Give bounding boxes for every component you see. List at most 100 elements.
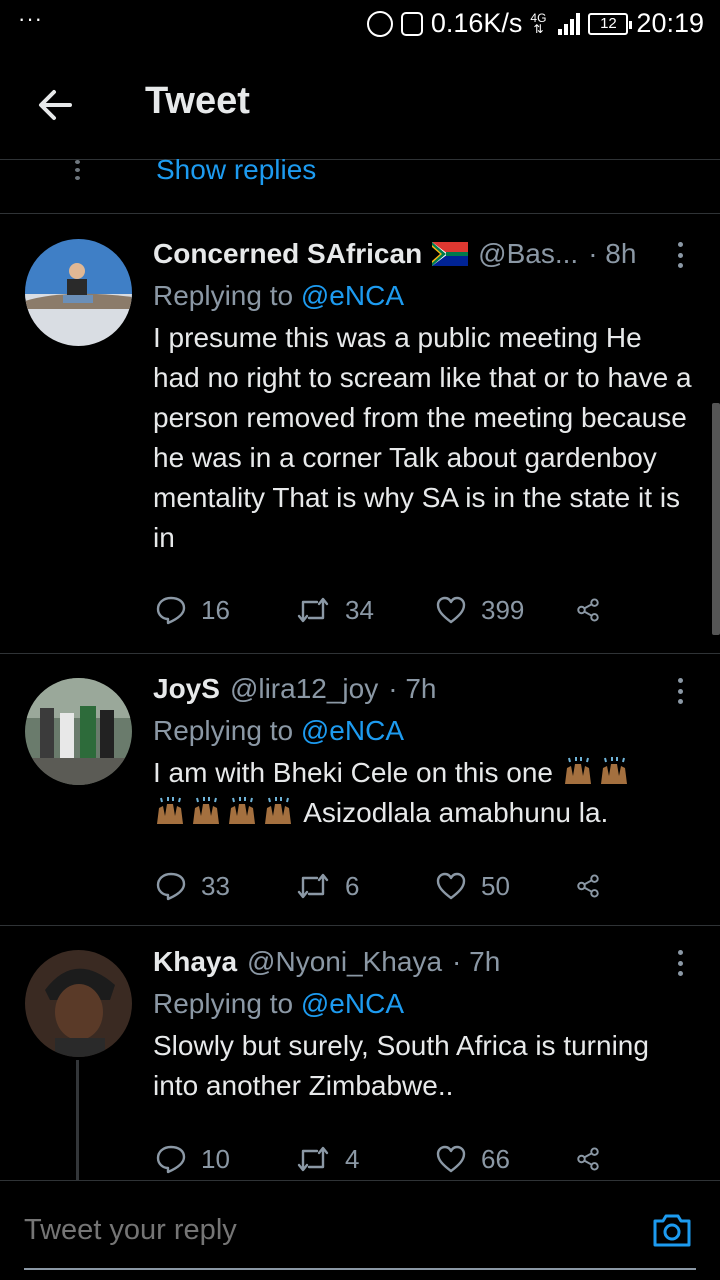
raising-hands-emoji-icon bbox=[564, 757, 591, 784]
avatar[interactable] bbox=[25, 239, 132, 346]
tweet-body: JoyS @lira12_joy · 7h Replying to @eNCA … bbox=[153, 669, 696, 833]
share-button[interactable] bbox=[575, 594, 615, 626]
reply-composer bbox=[0, 1180, 720, 1280]
author-name[interactable]: JoyS bbox=[153, 673, 220, 705]
replying-to-link[interactable]: @eNCA bbox=[301, 715, 404, 746]
network-label: 4G bbox=[530, 10, 547, 25]
scrollbar[interactable] bbox=[712, 403, 720, 635]
more-options-icon[interactable] bbox=[678, 950, 684, 976]
heart-icon bbox=[436, 596, 466, 624]
like-button[interactable]: 50 bbox=[435, 870, 575, 902]
like-count: 399 bbox=[481, 594, 525, 625]
reply-count: 16 bbox=[201, 594, 230, 625]
raising-hands-emoji-icon bbox=[600, 757, 627, 784]
reply-button[interactable]: 33 bbox=[155, 870, 295, 902]
tweet-text: I presume this was a public meeting He h… bbox=[153, 322, 692, 553]
author-name[interactable]: Concerned SAfrican bbox=[153, 238, 422, 270]
tweet-header: Concerned SAfrican @Bas... · 8h bbox=[153, 234, 696, 274]
replying-prefix: Replying to bbox=[153, 280, 301, 311]
raising-hands-emoji-icon bbox=[229, 797, 255, 824]
timestamp: · 8h bbox=[588, 238, 637, 269]
retweet-button[interactable]: 6 bbox=[295, 870, 435, 902]
like-button[interactable]: 399 bbox=[435, 594, 575, 626]
author-handle[interactable]: @Bas... bbox=[478, 238, 578, 270]
thread-ellipsis-icon bbox=[73, 160, 81, 180]
author-name[interactable]: Khaya bbox=[153, 946, 237, 978]
like-button[interactable]: 66 bbox=[435, 1143, 575, 1175]
replying-prefix: Replying to bbox=[153, 715, 301, 746]
retweet-button[interactable]: 4 bbox=[295, 1143, 435, 1175]
replying-prefix: Replying to bbox=[153, 988, 301, 1019]
heart-icon bbox=[436, 872, 466, 900]
share-icon bbox=[577, 598, 599, 622]
notification-dots: ··· bbox=[18, 6, 43, 31]
replying-to-link[interactable]: @eNCA bbox=[301, 988, 404, 1019]
like-count: 50 bbox=[481, 870, 510, 901]
retweet-icon bbox=[297, 873, 329, 899]
nfc-icon bbox=[366, 10, 393, 37]
replying-to: Replying to @eNCA bbox=[153, 715, 696, 747]
south-africa-flag-icon bbox=[432, 242, 469, 266]
tweet-body: Concerned SAfrican @Bas... · 8h Replying… bbox=[153, 234, 696, 558]
retweet-count: 34 bbox=[345, 594, 374, 625]
tweet[interactable]: JoyS @lira12_joy · 7h Replying to @eNCA … bbox=[0, 654, 720, 926]
share-button[interactable] bbox=[575, 1143, 615, 1175]
tweet-header: Khaya @Nyoni_Khaya · 7h bbox=[153, 942, 696, 982]
sim-icon bbox=[400, 11, 423, 36]
raising-hands-emoji-icon bbox=[157, 797, 183, 824]
back-arrow-icon[interactable] bbox=[30, 80, 80, 130]
reply-button[interactable]: 16 bbox=[155, 594, 295, 626]
reply-button[interactable]: 10 bbox=[155, 1143, 295, 1175]
share-icon bbox=[577, 1147, 599, 1171]
share-button[interactable] bbox=[575, 870, 615, 902]
network-type: 4G ⇅ bbox=[530, 10, 547, 36]
thread-connector-line bbox=[76, 1060, 79, 1180]
raising-hands-emoji-icon bbox=[193, 797, 219, 824]
retweet-icon bbox=[297, 1146, 329, 1172]
camera-icon[interactable] bbox=[651, 1209, 693, 1251]
show-replies-row: Show replies bbox=[0, 154, 720, 214]
reply-icon bbox=[156, 1145, 186, 1174]
input-underline bbox=[24, 1268, 696, 1270]
replying-to: Replying to @eNCA bbox=[153, 280, 696, 312]
share-icon bbox=[577, 874, 599, 898]
tweet[interactable]: Concerned SAfrican @Bas... · 8h Replying… bbox=[0, 214, 720, 654]
raising-hands-emoji-icon bbox=[265, 797, 291, 824]
avatar[interactable] bbox=[25, 950, 132, 1057]
signal-icon bbox=[558, 12, 581, 35]
replying-to: Replying to @eNCA bbox=[153, 988, 696, 1020]
status-icons: 0.16K/s 4G ⇅ 12 20:19 bbox=[366, 8, 704, 39]
tweet-text-start: I am with Bheki Cele on this one bbox=[153, 757, 553, 788]
net-speed: 0.16K/s bbox=[430, 8, 523, 38]
reply-count: 33 bbox=[201, 870, 230, 901]
retweet-icon bbox=[297, 597, 329, 623]
tweet-header: JoyS @lira12_joy · 7h bbox=[153, 669, 696, 709]
replying-to-link[interactable]: @eNCA bbox=[301, 280, 404, 311]
author-handle[interactable]: @Nyoni_Khaya bbox=[247, 946, 442, 978]
avatar[interactable] bbox=[25, 678, 132, 785]
reply-input[interactable] bbox=[24, 1214, 584, 1247]
like-count: 66 bbox=[481, 1143, 510, 1174]
retweet-count: 4 bbox=[345, 1143, 360, 1174]
more-options-icon[interactable] bbox=[678, 242, 684, 268]
timestamp: · 7h bbox=[388, 673, 437, 704]
reply-icon bbox=[156, 596, 186, 625]
author-handle[interactable]: @lira12_joy bbox=[230, 673, 378, 705]
tweet-actions: 33 6 50 bbox=[155, 870, 615, 902]
tweet-actions: 10 4 66 bbox=[155, 1143, 615, 1175]
status-bar: ··· 0.16K/s 4G ⇅ 12 20:19 bbox=[0, 0, 720, 50]
tweet-text: I am with Bheki Cele on this one Asizodl… bbox=[153, 753, 696, 833]
tweet-body: Khaya @Nyoni_Khaya · 7h Replying to @eNC… bbox=[153, 942, 696, 1106]
reply-count: 10 bbox=[201, 1143, 230, 1174]
tweet-text-end: Asizodlala amabhunu la. bbox=[303, 797, 609, 828]
tweet-actions: 16 34 399 bbox=[155, 594, 615, 626]
timestamp: · 7h bbox=[452, 946, 501, 977]
retweet-button[interactable]: 34 bbox=[295, 594, 435, 626]
show-replies-link[interactable]: Show replies bbox=[156, 154, 316, 186]
tweet[interactable]: Khaya @Nyoni_Khaya · 7h Replying to @eNC… bbox=[0, 926, 720, 1180]
top-bar: Tweet bbox=[0, 50, 720, 160]
tweet-text: Slowly but surely, South Africa is turni… bbox=[153, 1030, 649, 1101]
page-title: Tweet bbox=[145, 80, 250, 122]
more-options-icon[interactable] bbox=[678, 678, 684, 704]
clock: 20:19 bbox=[636, 8, 704, 38]
